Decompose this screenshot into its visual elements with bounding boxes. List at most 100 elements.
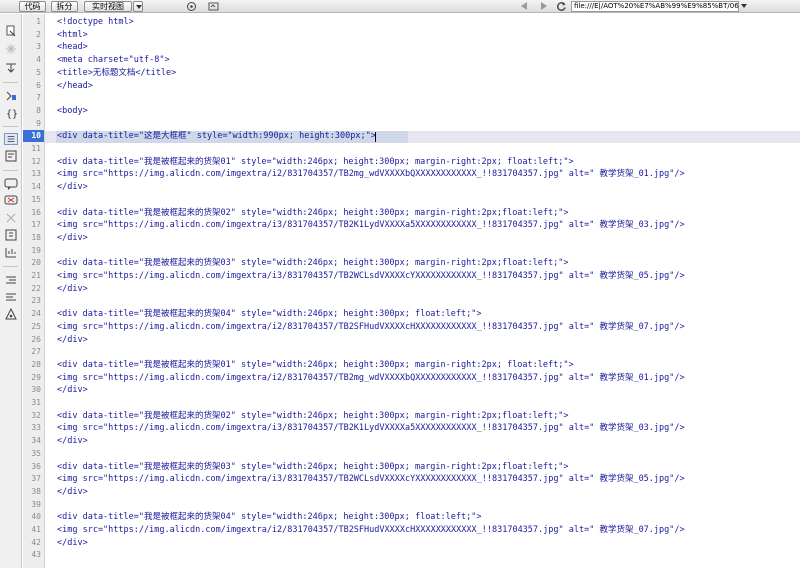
code-line[interactable]: <img src="https://img.alicdn.com/imgextr… <box>57 270 685 282</box>
line-number: 21 <box>31 271 41 280</box>
line-number: 10 <box>23 130 44 142</box>
line-number: 33 <box>31 423 41 432</box>
line-number: 12 <box>31 157 41 166</box>
text-cursor <box>375 132 376 142</box>
code-line[interactable]: <div data-title="我是被框起来的货架01" style="wid… <box>57 156 574 168</box>
code-line[interactable]: <div data-title="我是被框起来的货架04" style="wid… <box>57 511 482 523</box>
line-number: 15 <box>31 195 41 204</box>
code-line[interactable]: <body> <box>57 105 88 117</box>
line-number: 2 <box>36 30 41 39</box>
recent-snippets-icon[interactable] <box>4 229 18 241</box>
code-line[interactable]: </div> <box>57 181 88 193</box>
outdent-code-icon[interactable] <box>4 291 18 303</box>
code-line[interactable]: </div> <box>57 283 88 295</box>
wrap-tag-icon[interactable] <box>4 212 18 224</box>
code-line[interactable]: <img src="https://img.alicdn.com/imgextr… <box>57 168 685 180</box>
format-source-icon[interactable] <box>4 308 18 320</box>
code-line[interactable]: <title>无标题文档</title> <box>57 67 176 79</box>
line-number: 27 <box>31 347 41 356</box>
code-line[interactable]: <img src="https://img.alicdn.com/imgextr… <box>57 372 685 384</box>
line-number: 1 <box>36 17 41 26</box>
code-line[interactable]: <img src="https://img.alicdn.com/imgextr… <box>57 524 685 536</box>
code-line[interactable]: <div data-title="我是被框起来的货架03" style="wid… <box>57 461 568 473</box>
line-number: 18 <box>31 233 41 242</box>
line-number: 43 <box>31 550 41 559</box>
line-number: 26 <box>31 335 41 344</box>
forward-arrow-icon[interactable] <box>541 2 547 10</box>
apply-comment-icon[interactable] <box>4 178 18 190</box>
code-line[interactable]: <meta charset="utf-8"> <box>57 54 170 66</box>
line-number: 14 <box>31 182 41 191</box>
open-documents-icon[interactable] <box>4 25 18 37</box>
line-number: 22 <box>31 284 41 293</box>
indent-code-icon[interactable] <box>4 274 18 286</box>
line-number: 42 <box>31 538 41 547</box>
line-number: 19 <box>31 246 41 255</box>
code-line[interactable]: <div data-title="我是被框起来的货架02" style="wid… <box>57 207 568 219</box>
code-line[interactable]: <div data-title="我是被框起来的货架01" style="wid… <box>57 359 574 371</box>
address-dropdown-icon[interactable] <box>741 4 747 8</box>
line-number: 11 <box>31 144 41 153</box>
line-number: 8 <box>36 106 41 115</box>
line-number: 23 <box>31 296 41 305</box>
inspect-icon[interactable] <box>186 1 197 12</box>
code-line[interactable]: </div> <box>57 232 88 244</box>
line-number: 17 <box>31 220 41 229</box>
line-number: 7 <box>36 93 41 102</box>
document-toolbar: 代码 拆分 实时视图 file:///E|/AOT%20%E7%AB%99%E9… <box>0 0 800 13</box>
select-parent-tag-icon[interactable] <box>4 90 18 102</box>
code-line[interactable]: <img src="https://img.alicdn.com/imgextr… <box>57 473 685 485</box>
code-line[interactable]: </head> <box>57 80 93 92</box>
expand-all-icon[interactable] <box>4 61 18 73</box>
code-line[interactable]: <div data-title="我是被框起来的货架04" style="wid… <box>57 308 482 320</box>
coding-toolbar: {} <box>0 14 22 568</box>
collapse-tag-icon[interactable] <box>4 43 18 55</box>
line-number: 28 <box>31 360 41 369</box>
code-line[interactable]: <div data-title="我是被框起来的货架02" style="wid… <box>57 410 568 422</box>
remove-comment-icon[interactable] <box>4 195 18 207</box>
line-number: 13 <box>31 169 41 178</box>
code-view-button[interactable]: 代码 <box>19 1 46 12</box>
back-arrow-icon[interactable] <box>521 2 527 10</box>
code-line[interactable]: </div> <box>57 486 88 498</box>
line-number: 36 <box>31 462 41 471</box>
line-number: 20 <box>31 258 41 267</box>
svg-text:{}: {} <box>6 109 18 119</box>
line-number: 16 <box>31 208 41 217</box>
line-number: 38 <box>31 487 41 496</box>
line-number: 41 <box>31 525 41 534</box>
code-line[interactable]: <img src="https://img.alicdn.com/imgextr… <box>57 422 685 434</box>
code-line[interactable]: <head> <box>57 41 88 53</box>
line-number: 40 <box>31 512 41 521</box>
refresh-icon[interactable] <box>208 1 219 12</box>
balance-braces-icon[interactable]: {} <box>4 107 18 119</box>
split-view-button[interactable]: 拆分 <box>51 1 78 12</box>
line-numbers-icon[interactable] <box>4 133 18 145</box>
code-line[interactable]: <!doctype html> <box>57 16 134 28</box>
code-line[interactable]: </div> <box>57 384 88 396</box>
reload-icon[interactable] <box>556 1 567 12</box>
code-line[interactable]: </div> <box>57 435 88 447</box>
line-number: 32 <box>31 411 41 420</box>
code-line[interactable]: <html> <box>57 29 88 41</box>
code-line[interactable]: <div data-title="我是被框起来的货架03" style="wid… <box>57 257 568 269</box>
line-number: 39 <box>31 500 41 509</box>
highlight-invalid-icon[interactable] <box>4 150 18 162</box>
code-line[interactable]: </div> <box>57 334 88 346</box>
code-line[interactable]: <div data-title="这是大框框" style="width:990… <box>57 130 376 142</box>
line-number: 25 <box>31 322 41 331</box>
line-number: 5 <box>36 68 41 77</box>
code-line[interactable]: <img src="https://img.alicdn.com/imgextr… <box>57 219 685 231</box>
live-view-dropdown[interactable] <box>133 1 143 12</box>
address-bar[interactable]: file:///E|/AOT%20%E7%AB%99%E9%85%BT/06 <box>571 1 739 12</box>
line-number: 4 <box>36 55 41 64</box>
code-line[interactable]: </div> <box>57 537 88 549</box>
line-number: 9 <box>36 119 41 128</box>
line-number: 34 <box>31 436 41 445</box>
line-number: 35 <box>31 449 41 458</box>
live-view-button[interactable]: 实时视图 <box>84 1 132 12</box>
move-css-icon[interactable] <box>4 246 18 258</box>
line-number: 31 <box>31 398 41 407</box>
code-line[interactable]: <img src="https://img.alicdn.com/imgextr… <box>57 321 685 333</box>
line-number: 37 <box>31 474 41 483</box>
